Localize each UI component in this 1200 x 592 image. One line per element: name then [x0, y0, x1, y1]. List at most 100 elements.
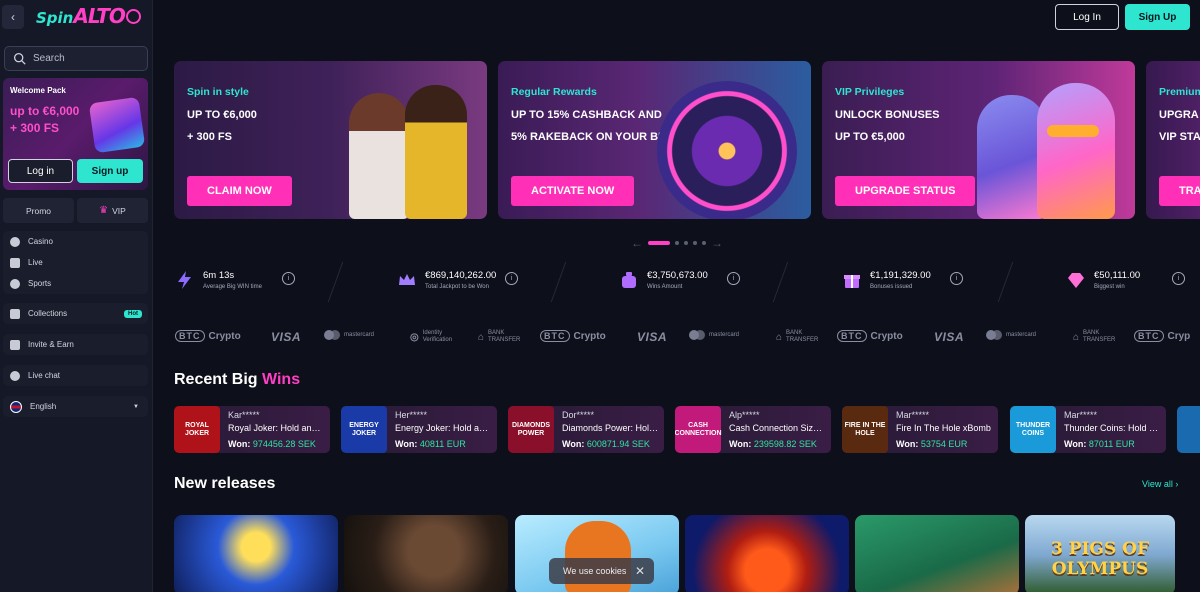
- close-icon[interactable]: ✕: [635, 564, 645, 578]
- logo[interactable]: SpinALTO: [36, 4, 141, 28]
- info-icon[interactable]: i: [1172, 272, 1185, 285]
- game-tile[interactable]: [855, 515, 1019, 592]
- game-title: 3 PIGS OF OLYMPUS: [1050, 539, 1150, 579]
- game-thumbnail: ENERGY JOKER: [341, 406, 387, 453]
- welcome-pack-card[interactable]: Welcome Pack up to €6,000 + 300 FS Log i…: [3, 78, 148, 190]
- header-signup-button[interactable]: Sign Up: [1125, 4, 1190, 30]
- promo-button[interactable]: Promo: [3, 198, 74, 223]
- win-card[interactable]: ROYAL JOKER Kar***** Royal Joker: Hold and…: [174, 406, 330, 453]
- sidebar-item-label: Invite & Earn: [28, 340, 74, 349]
- win-game: Thunder Coins: Hold and Win: [1064, 423, 1161, 433]
- game-tile[interactable]: [174, 515, 338, 592]
- banner-spin-in-style[interactable]: Spin in style UP TO €6,000 + 300 FS CLAI…: [174, 61, 487, 219]
- language-select[interactable]: English ▼: [3, 396, 148, 417]
- win-card-partial[interactable]: [1177, 406, 1200, 453]
- claim-now-button[interactable]: CLAIM NOW: [187, 176, 292, 206]
- payment-crypto: BTC Crypto: [175, 330, 241, 342]
- carousel-dot[interactable]: [693, 241, 697, 245]
- banner-kicker: VIP Privileges: [835, 86, 905, 98]
- sidebar-item-label: Casino: [28, 237, 53, 246]
- game-tile[interactable]: [685, 515, 849, 592]
- header-login-button[interactable]: Log In: [1055, 4, 1119, 30]
- vip-button[interactable]: ♛ VIP: [77, 198, 148, 223]
- nav-group: Casino Live Sports: [3, 231, 148, 294]
- game-tile[interactable]: 3 PIGS OF OLYMPUS: [1025, 515, 1175, 592]
- sidebar-item-collections[interactable]: Collections Hot: [3, 303, 148, 324]
- id-icon: ◎: [410, 331, 419, 343]
- view-all-link[interactable]: View all ›: [1142, 479, 1178, 489]
- banner-vip-privileges[interactable]: VIP Privileges UNLOCK BONUSES UP TO €5,0…: [822, 61, 1135, 219]
- info-icon[interactable]: i: [505, 272, 518, 285]
- win-game: Royal Joker: Hold and Win: [228, 423, 325, 433]
- sidebar-item-live[interactable]: Live: [3, 252, 148, 273]
- banner-premium[interactable]: Premium UPGRA VIP STA TRAN: [1146, 61, 1200, 219]
- bank-label: BANK TRANSFER: [786, 330, 819, 343]
- sidebar-item-invite[interactable]: Invite & Earn: [3, 334, 148, 355]
- stat-label: Average Big WIN time: [203, 284, 262, 290]
- banner-regular-rewards[interactable]: Regular Rewards UP TO 15% CASHBACK AND 5…: [498, 61, 811, 219]
- stat-wins-amount: €3,750,673.00 Wins Amount i: [619, 270, 740, 290]
- divider: [772, 262, 789, 302]
- transfer-button[interactable]: TRAN: [1159, 176, 1200, 206]
- payment-visa: VISA: [271, 330, 301, 344]
- sidebar-item-casino[interactable]: Casino: [3, 231, 148, 252]
- sidebar-item-label: Live chat: [28, 371, 61, 380]
- activate-now-button[interactable]: ACTIVATE NOW: [511, 176, 635, 206]
- win-card[interactable]: FIRE IN THE HOLE Mar***** Fire In The Hole…: [842, 406, 998, 453]
- carousel-dot[interactable]: [684, 241, 688, 245]
- game-thumbnail: FIRE IN THE HOLE: [842, 406, 888, 453]
- carousel-dot[interactable]: [675, 241, 679, 245]
- win-amount: Won: 40811 EUR: [395, 439, 466, 449]
- win-game: Cash Connection Sizzling Hot: [729, 423, 826, 433]
- upgrade-status-button[interactable]: UPGRADE STATUS: [835, 176, 976, 206]
- promo-label: Promo: [25, 205, 52, 216]
- win-card[interactable]: CASH CONNECTION Alp***** Cash Connection S…: [675, 406, 831, 453]
- sidebar-signup-button[interactable]: Sign up: [77, 159, 143, 183]
- sidebar-item-sports[interactable]: Sports: [3, 273, 148, 294]
- cookie-text: We use cookies: [563, 566, 627, 576]
- win-card[interactable]: THUNDER COINS Mar***** Thunder Coins: Hold…: [1010, 406, 1166, 453]
- welcome-art-image: [88, 96, 146, 154]
- mastercard-icon: [986, 330, 1002, 340]
- puzzle-icon: [10, 308, 20, 319]
- divider: [550, 262, 567, 302]
- crypto-label: Crypto: [573, 330, 606, 342]
- game-tile[interactable]: [344, 515, 508, 592]
- banner-line2: 5% RAKEBACK ON YOUR BETS: [511, 131, 680, 143]
- sidebar-login-button[interactable]: Log in: [8, 159, 73, 183]
- game-thumbnail: ROYAL JOKER: [174, 406, 220, 453]
- arrow-right-icon[interactable]: →: [711, 236, 723, 250]
- crown-icon: ♛: [99, 205, 109, 216]
- crypto-label: Cryp: [1167, 330, 1191, 342]
- sidebar-item-live-chat[interactable]: Live chat: [3, 365, 148, 386]
- stat-label: Total Jackpot to be Won: [425, 284, 489, 290]
- info-icon[interactable]: i: [727, 272, 740, 285]
- welcome-offer-line2: + 300 FS: [10, 121, 60, 135]
- info-icon[interactable]: i: [282, 272, 295, 285]
- crypto-label: Crypto: [870, 330, 903, 342]
- stat-biggest-win: €50,111.00 Biggest win i: [1066, 270, 1185, 290]
- vip-label: VIP: [112, 205, 126, 216]
- banner-kicker: Spin in style: [187, 86, 249, 98]
- sidebar-item-label: Collections: [28, 309, 68, 318]
- carousel-dot[interactable]: [648, 241, 670, 245]
- banner-line2: + 300 FS: [187, 131, 232, 143]
- search-box[interactable]: [4, 46, 148, 71]
- info-icon[interactable]: i: [950, 272, 963, 285]
- arrow-left-icon[interactable]: ←: [631, 236, 643, 250]
- divider: [997, 262, 1014, 302]
- search-input[interactable]: [33, 53, 143, 64]
- won-label: Won:: [395, 439, 418, 449]
- payment-bank: ⌂ BANK TRANSFER: [478, 330, 520, 344]
- collapse-sidebar-button[interactable]: ‹: [2, 5, 24, 29]
- visa-logo: VISA: [934, 330, 965, 344]
- carousel-dot[interactable]: [702, 241, 706, 245]
- win-card[interactable]: ENERGY JOKER Her***** Energy Joker: Hold a…: [341, 406, 497, 453]
- win-card[interactable]: DIAMONDS POWER Dor***** Diamonds Power: Ho…: [508, 406, 664, 453]
- chat-group: Live chat: [3, 365, 148, 386]
- bank-icon: ⌂: [776, 331, 783, 343]
- promo-vip-row: Promo ♛ VIP: [3, 198, 148, 223]
- sidebar-item-label: Live: [28, 258, 43, 267]
- payment-crypto: BTC Crypto: [540, 330, 606, 342]
- hot-badge: Hot: [124, 309, 142, 318]
